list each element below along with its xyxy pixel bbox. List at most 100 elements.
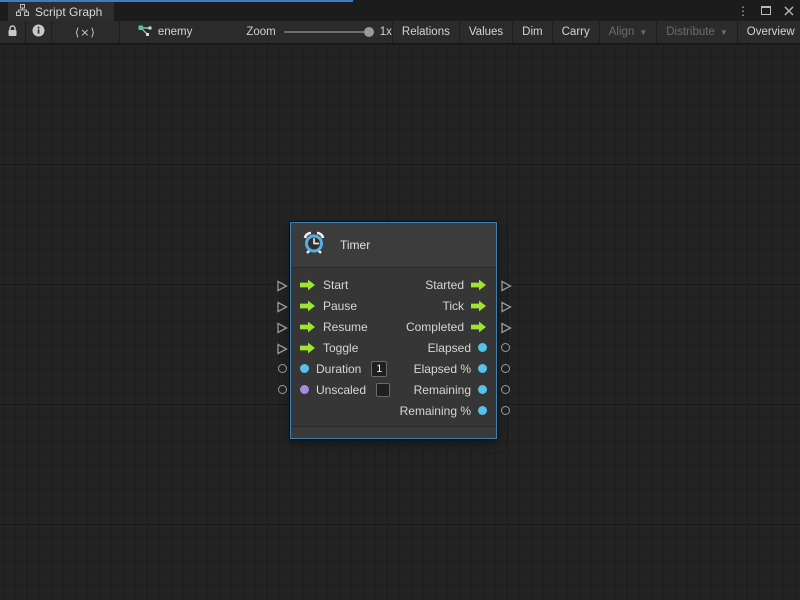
port-row: Start Started	[291, 274, 496, 295]
port-row: Remaining %	[291, 400, 496, 421]
input-duration[interactable]: Duration 1	[291, 361, 395, 377]
external-flow-input-port[interactable]	[276, 279, 288, 291]
flow-arrow-icon	[300, 279, 316, 291]
output-elapsed[interactable]: Elapsed	[395, 341, 496, 355]
output-completed[interactable]: Completed	[395, 320, 496, 334]
value-port-icon	[478, 343, 487, 352]
external-flow-output-port[interactable]	[500, 279, 512, 291]
breadcrumb[interactable]: enemy	[126, 21, 205, 43]
zoom-slider[interactable]	[284, 31, 372, 33]
external-value-input-port[interactable]	[278, 364, 287, 373]
port-row: Duration 1 Elapsed %	[291, 358, 496, 379]
more-options-icon[interactable]: ⋮	[736, 4, 750, 18]
external-flow-output-port[interactable]	[500, 300, 512, 312]
zoom-control: Zoom 1x	[246, 21, 392, 43]
info-button[interactable]	[26, 21, 52, 43]
external-value-output-port[interactable]	[501, 364, 510, 373]
flow-arrow-icon	[471, 321, 487, 333]
maximize-icon[interactable]	[759, 4, 773, 18]
external-flow-input-port[interactable]	[276, 342, 288, 354]
external-value-output-port[interactable]	[501, 343, 510, 352]
node-title: Timer	[340, 238, 370, 252]
external-flow-input-port[interactable]	[276, 321, 288, 333]
info-icon	[32, 24, 45, 40]
port-label: Completed	[406, 320, 464, 334]
output-elapsed-percent[interactable]: Elapsed %	[395, 362, 496, 376]
zoom-slider-handle[interactable]	[364, 27, 374, 37]
distribute-dropdown[interactable]: Distribute ▼	[656, 21, 737, 43]
port-label: Pause	[323, 299, 357, 313]
zoom-label: Zoom	[246, 26, 275, 38]
port-label: Remaining %	[400, 404, 471, 418]
value-port-icon	[478, 406, 487, 415]
port-label: Remaining	[414, 383, 471, 397]
breadcrumb-label: enemy	[158, 26, 193, 38]
focus-highlight-line	[0, 0, 353, 2]
port-label: Started	[425, 278, 464, 292]
tab-script-graph[interactable]: Script Graph	[8, 2, 114, 21]
graph-icon	[16, 3, 29, 21]
port-label: Elapsed	[428, 341, 471, 355]
value-port-icon	[478, 364, 487, 373]
flow-arrow-icon	[300, 342, 316, 354]
value-port-icon	[300, 385, 309, 394]
overview-button[interactable]: Overview	[737, 21, 800, 43]
port-label: Toggle	[323, 341, 358, 355]
align-dropdown[interactable]: Align ▼	[599, 21, 657, 43]
external-value-input-port[interactable]	[278, 385, 287, 394]
port-label: Elapsed %	[414, 362, 471, 376]
input-unscaled[interactable]: Unscaled	[291, 383, 395, 397]
external-value-output-port[interactable]	[501, 406, 510, 415]
input-toggle[interactable]: Toggle	[291, 341, 395, 355]
carry-button[interactable]: Carry	[552, 21, 599, 43]
external-flow-output-port[interactable]	[500, 321, 512, 333]
port-label: Tick	[442, 299, 464, 313]
port-label: Duration	[316, 362, 361, 376]
timer-node[interactable]: Timer Start Started Pause	[290, 222, 497, 439]
output-remaining-percent[interactable]: Remaining %	[395, 404, 496, 418]
align-label: Align	[609, 26, 635, 38]
external-value-output-port[interactable]	[501, 385, 510, 394]
node-ports-area: Start Started Pause Tick	[291, 268, 496, 426]
port-row: Unscaled Remaining	[291, 379, 496, 400]
graph-toolbar: ⟨×⟩ enemy Zoom 1x Relations Values Dim	[0, 21, 800, 44]
port-label: Start	[323, 278, 348, 292]
port-row: Toggle Elapsed	[291, 337, 496, 358]
graph-canvas[interactable]: Timer Start Started Pause	[0, 44, 800, 600]
relations-button[interactable]: Relations	[392, 21, 459, 43]
input-resume[interactable]: Resume	[291, 320, 395, 334]
timer-node-header[interactable]: Timer	[291, 223, 496, 268]
external-flow-input-port[interactable]	[276, 300, 288, 312]
port-label: Unscaled	[316, 383, 366, 397]
zoom-value: 1x	[380, 26, 392, 38]
script-graph-window: Script Graph ⋮ ×	[0, 0, 800, 600]
input-start[interactable]: Start	[291, 278, 395, 292]
flow-arrow-icon	[471, 279, 487, 291]
graph-breadcrumb-icon	[138, 25, 152, 40]
tab-title: Script Graph	[35, 5, 102, 19]
alarm-clock-icon	[301, 230, 327, 261]
output-tick[interactable]: Tick	[395, 299, 496, 313]
distribute-label: Distribute	[666, 26, 715, 38]
variables-icon: ⟨×⟩	[61, 26, 110, 39]
flow-arrow-icon	[300, 321, 316, 333]
variables-button[interactable]: ⟨×⟩	[52, 21, 120, 43]
lock-icon	[7, 25, 18, 40]
tab-bar: Script Graph ⋮ ×	[0, 0, 800, 21]
value-port-icon	[300, 364, 309, 373]
values-button[interactable]: Values	[459, 21, 512, 43]
window-controls: ⋮ ×	[736, 0, 796, 21]
input-pause[interactable]: Pause	[291, 299, 395, 313]
value-port-icon	[478, 385, 487, 394]
chevron-down-icon: ▼	[639, 28, 647, 37]
output-started[interactable]: Started	[395, 278, 496, 292]
close-icon[interactable]: ×	[782, 4, 796, 18]
dim-button[interactable]: Dim	[512, 21, 551, 43]
duration-input[interactable]: 1	[371, 361, 387, 377]
output-remaining[interactable]: Remaining	[395, 383, 496, 397]
unscaled-checkbox[interactable]	[376, 383, 390, 397]
chevron-down-icon: ▼	[720, 28, 728, 37]
flow-arrow-icon	[471, 300, 487, 312]
lock-button[interactable]	[0, 21, 26, 43]
node-footer	[291, 426, 496, 438]
